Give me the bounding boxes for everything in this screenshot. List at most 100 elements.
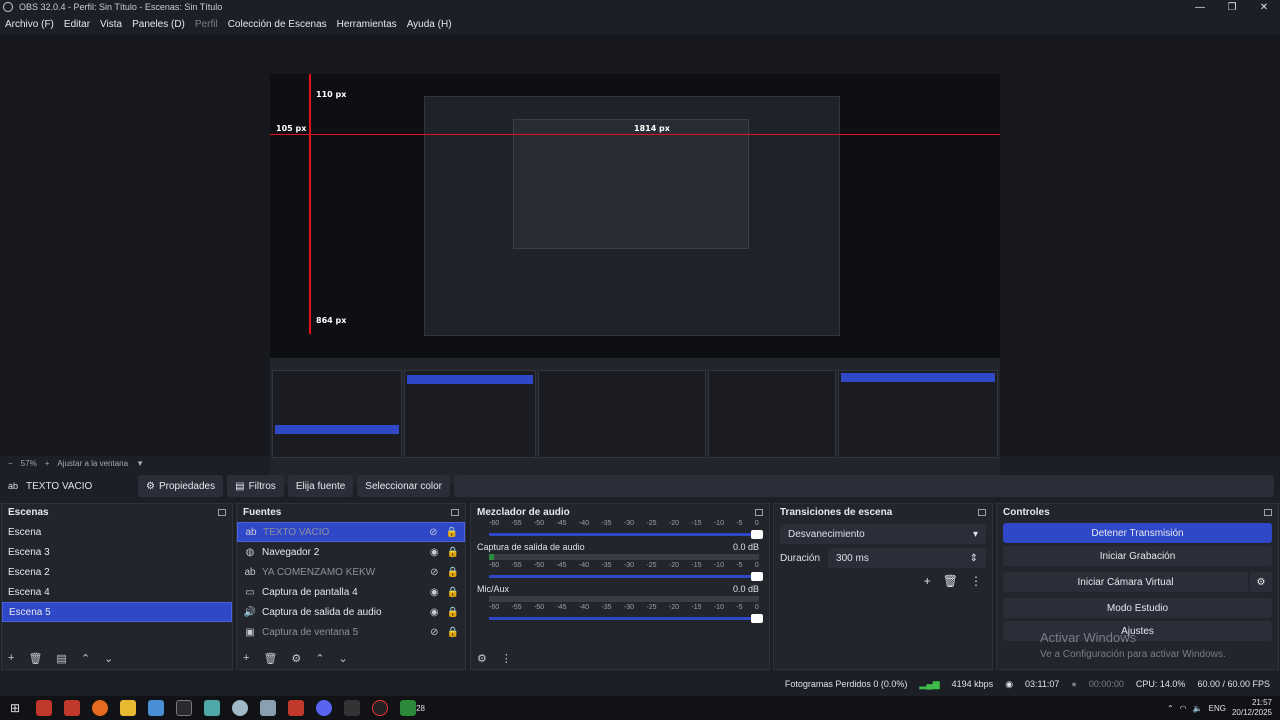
scene-item[interactable]: Escena 3: [2, 542, 232, 562]
source-item[interactable]: 🔊 Captura de salida de audio ◉ 🔒: [237, 602, 465, 622]
scene-item[interactable]: Escena: [2, 522, 232, 542]
lock-icon[interactable]: 🔒: [447, 567, 459, 578]
eye-icon[interactable]: ◉: [430, 607, 439, 618]
tray-chevron-icon[interactable]: ⌃: [1167, 704, 1174, 713]
undock-icon[interactable]: [451, 508, 459, 516]
slider-handle[interactable]: [751, 572, 763, 581]
select-color-button[interactable]: Seleccionar color: [357, 475, 451, 497]
menu-paneles[interactable]: Paneles (D): [127, 19, 190, 30]
source-item[interactable]: ▭ Captura de pantalla 4 ◉ 🔒: [237, 582, 465, 602]
gear-icon[interactable]: ⚙: [291, 652, 301, 665]
stop-stream-button[interactable]: Detener Transmisión: [1003, 523, 1272, 543]
epic-games-icon[interactable]: [344, 700, 361, 716]
volume-slider[interactable]: [489, 614, 763, 623]
menu-ayuda[interactable]: Ayuda (H): [402, 19, 457, 30]
scene-item-selected[interactable]: Escena 5: [2, 602, 232, 622]
preview-area[interactable]: 110 px 105 px 864 px 1814 px: [0, 34, 1280, 486]
brave-icon[interactable]: [36, 700, 53, 716]
scene-item[interactable]: Escena 2: [2, 562, 232, 582]
source-item[interactable]: ▣ Captura de ventana 5 ⊘ 🔒: [237, 622, 465, 642]
fit-window-select[interactable]: Ajustar a la ventana: [57, 459, 128, 468]
volume-slider[interactable]: [489, 572, 763, 581]
app-icon[interactable]: [260, 700, 277, 716]
clock[interactable]: 21:57 20/12/2025: [1232, 698, 1272, 718]
add-transition-icon[interactable]: +: [924, 574, 931, 588]
slider-handle[interactable]: [751, 530, 763, 539]
trash-icon[interactable]: 🗑: [943, 574, 958, 588]
trash-icon[interactable]: 🗑: [28, 652, 42, 665]
slider-handle[interactable]: [751, 614, 763, 623]
notion-icon[interactable]: [176, 700, 193, 716]
menu-dots-icon[interactable]: ⋮: [501, 652, 512, 665]
lock-icon[interactable]: 🔒: [447, 607, 459, 618]
source-item-selected[interactable]: ab TEXTO VACIO ⊘ 🔒: [237, 522, 465, 542]
app-icon[interactable]: [232, 700, 249, 716]
add-scene-icon[interactable]: +: [8, 652, 14, 664]
lock-icon[interactable]: 🔒: [447, 587, 459, 598]
trash-icon[interactable]: 🗑: [263, 652, 277, 665]
menu-vista[interactable]: Vista: [95, 19, 127, 30]
eye-off-icon[interactable]: ⊘: [430, 627, 438, 638]
studio-mode-button[interactable]: Modo Estudio: [1003, 598, 1272, 618]
transition-select[interactable]: Desvanecimiento ▾: [780, 524, 986, 544]
filter-icon[interactable]: ▤: [56, 652, 66, 665]
source-item[interactable]: ab YA COMENZAMO KEKW ⊘ 🔒: [237, 562, 465, 582]
arrow-down-icon[interactable]: ⌄: [339, 652, 348, 665]
brave-icon[interactable]: [288, 700, 305, 716]
scene-item[interactable]: Escena 4: [2, 582, 232, 602]
eye-icon[interactable]: ◉: [430, 547, 439, 558]
gear-icon[interactable]: ⚙: [1250, 572, 1272, 592]
undock-icon[interactable]: [755, 508, 763, 516]
zoom-out-button[interactable]: −: [8, 459, 13, 468]
undock-icon[interactable]: [978, 508, 986, 516]
language-indicator[interactable]: ENG: [1209, 704, 1226, 713]
menu-archivo[interactable]: Archivo (F): [0, 19, 59, 30]
preview-canvas[interactable]: 110 px 105 px 864 px 1814 px: [270, 74, 1000, 486]
filters-button[interactable]: ▤ Filtros: [227, 475, 284, 497]
zoom-in-button[interactable]: +: [45, 459, 50, 468]
menu-herramientas[interactable]: Herramientas: [332, 19, 402, 30]
status-bar: Fotogramas Perdidos 0 (0.0%) ▂▄▆ 4194 kb…: [0, 674, 1280, 694]
menu-editar[interactable]: Editar: [59, 19, 95, 30]
eye-off-icon[interactable]: ⊘: [429, 527, 437, 538]
app-icon[interactable]: [204, 700, 221, 716]
menu-perfil[interactable]: Perfil: [190, 19, 223, 30]
folder-icon[interactable]: [120, 700, 137, 716]
arrow-up-icon[interactable]: ⌃: [81, 652, 90, 665]
lock-icon[interactable]: 🔒: [446, 527, 458, 538]
close-button[interactable]: ✕: [1248, 2, 1280, 13]
calculator-icon[interactable]: [148, 700, 165, 716]
wifi-icon[interactable]: ◠: [1180, 704, 1187, 713]
spin-icon[interactable]: ⇕: [970, 553, 978, 564]
chevron-down-icon[interactable]: ▼: [136, 459, 144, 468]
duration-input[interactable]: 300 ms ⇕: [828, 548, 986, 568]
advanced-audio-icon[interactable]: ⚙: [477, 652, 487, 665]
undock-icon[interactable]: [218, 508, 226, 516]
brave-icon[interactable]: [64, 700, 81, 716]
volume-icon[interactable]: 🔈: [1193, 704, 1203, 713]
start-recording-button[interactable]: Iniciar Grabación: [1003, 546, 1272, 566]
undock-icon[interactable]: [1264, 508, 1272, 516]
maximize-button[interactable]: ❐: [1216, 2, 1248, 13]
obs-icon[interactable]: [372, 700, 389, 716]
lock-icon[interactable]: 🔒: [447, 627, 459, 638]
volume-slider[interactable]: [489, 530, 763, 539]
windows-start-icon[interactable]: ⊞: [10, 701, 20, 715]
choose-font-button[interactable]: Elija fuente: [287, 475, 354, 497]
arrow-down-icon[interactable]: ⌄: [104, 652, 113, 665]
firefox-icon[interactable]: [92, 700, 109, 716]
minimize-button[interactable]: —: [1184, 2, 1216, 13]
xbox-icon[interactable]: [400, 700, 417, 716]
eye-icon[interactable]: ◉: [430, 587, 439, 598]
menu-coleccion[interactable]: Colección de Escenas: [223, 19, 332, 30]
properties-button[interactable]: ⚙ Propiedades: [138, 475, 224, 497]
start-virtual-camera-button[interactable]: Iniciar Cámara Virtual: [1003, 572, 1248, 592]
add-source-icon[interactable]: +: [243, 652, 249, 664]
eye-off-icon[interactable]: ⊘: [430, 567, 438, 578]
arrow-up-icon[interactable]: ⌃: [315, 652, 324, 665]
menu-dots-icon[interactable]: ⋮: [970, 574, 982, 588]
discord-icon[interactable]: [316, 700, 333, 716]
source-item[interactable]: ◍ Navegador 2 ◉ 🔒: [237, 542, 465, 562]
mixer-footer: ⚙ ⋮: [471, 649, 769, 667]
lock-icon[interactable]: 🔒: [447, 547, 459, 558]
